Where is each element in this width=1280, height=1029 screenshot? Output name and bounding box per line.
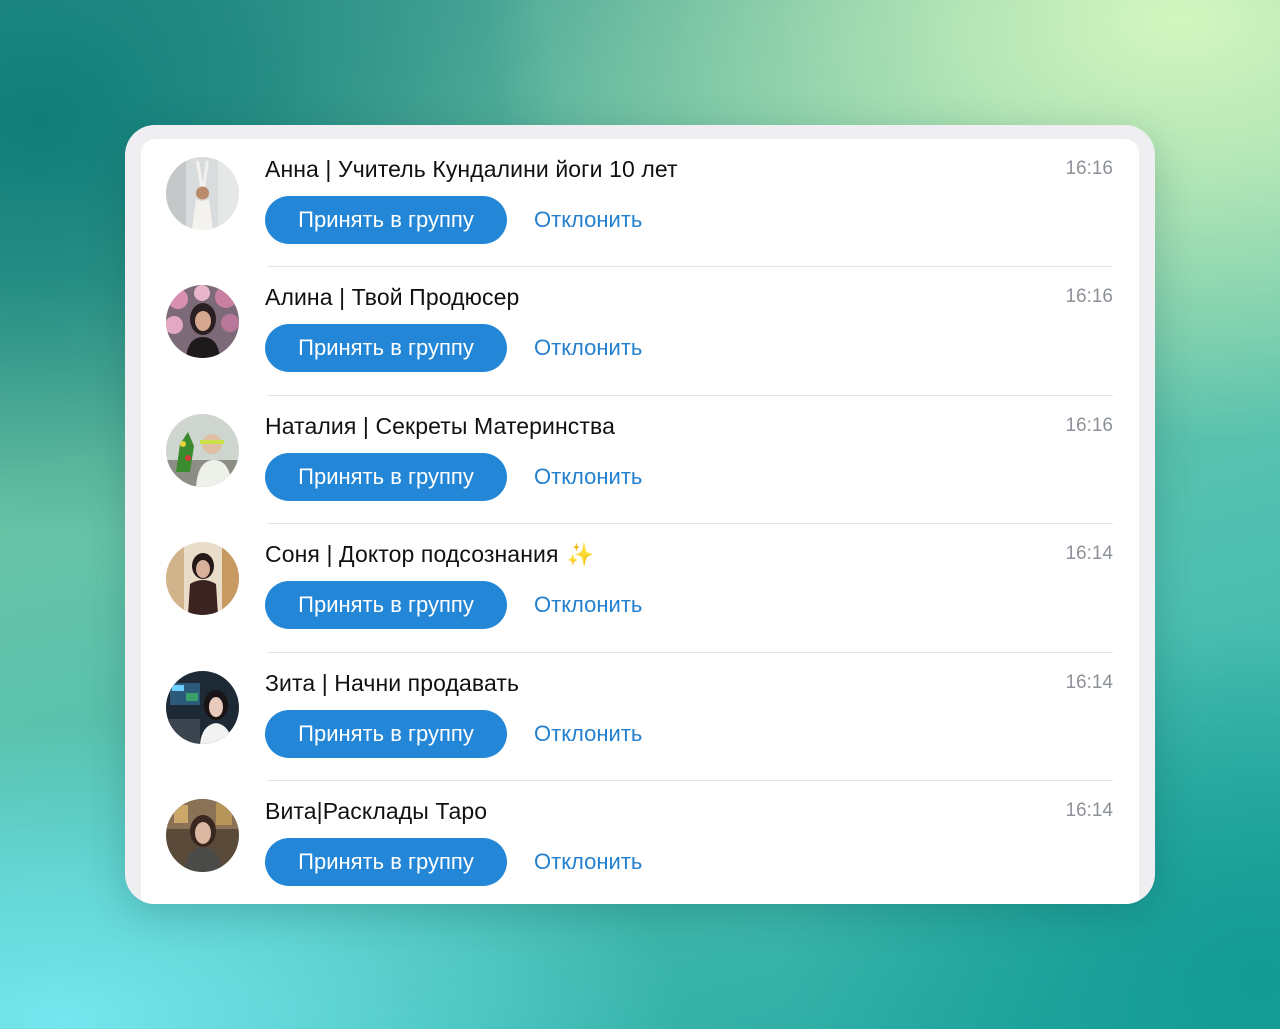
request-time: 16:14 [1065,799,1113,821]
join-requests-panel: Анна | Учитель Кундалини йоги 10 лет 16:… [141,139,1139,904]
list-item: Зита | Начни продавать 16:14 Принять в г… [141,653,1139,781]
request-name: Вита|Расклады Таро [265,797,488,824]
list-item: Вита|Расклады Таро 16:14 Принять в групп… [141,781,1139,904]
accept-button[interactable]: Принять в группу [265,581,507,630]
decline-button[interactable]: Отклонить [534,581,642,629]
decline-button[interactable]: Отклонить [534,196,642,244]
avatar[interactable] [166,157,239,230]
avatar[interactable] [166,542,239,616]
request-time: 16:14 [1065,671,1113,693]
accept-button[interactable]: Принять в группу [265,837,507,886]
list-item: Наталия | Секреты Материнства 16:16 Прин… [141,396,1139,525]
join-requests-window: Анна | Учитель Кундалини йоги 10 лет 16:… [125,125,1155,904]
avatar[interactable] [166,670,239,744]
request-name: Соня | Доктор подсознания ✨ [265,541,595,568]
accept-button[interactable]: Принять в группу [265,324,507,373]
request-time: 16:16 [1065,286,1113,308]
avatar[interactable] [166,413,239,487]
list-item: Соня | Доктор подсознания ✨ 16:14 Принять… [141,524,1139,653]
list-item: Анна | Учитель Кундалини йоги 10 лет 16:… [141,139,1139,268]
decline-button[interactable]: Отклонить [534,710,642,758]
request-time: 16:16 [1065,414,1113,436]
list-item: Алина | Твой Продюсер 16:16 Принять в гр… [141,267,1139,396]
join-requests-list: Анна | Учитель Кундалини йоги 10 лет 16:… [141,139,1139,904]
sparkles-icon: ✨ [566,542,595,568]
request-name: Алина | Твой Продюсер [265,284,520,311]
request-name: Зита | Начни продавать [265,669,520,696]
request-time: 16:16 [1065,158,1113,179]
request-time: 16:14 [1065,543,1113,565]
decline-button[interactable]: Отклонить [534,324,642,372]
decline-button[interactable]: Отклонить [534,838,642,886]
avatar[interactable] [166,798,239,872]
accept-button[interactable]: Принять в группу [265,196,507,244]
request-name: Анна | Учитель Кундалини йоги 10 лет [265,156,678,182]
accept-button[interactable]: Принять в группу [265,452,507,501]
request-name: Наталия | Секреты Материнства [265,412,615,439]
decline-button[interactable]: Отклонить [534,453,642,501]
accept-button[interactable]: Принять в группу [265,709,507,758]
avatar[interactable] [166,285,239,359]
